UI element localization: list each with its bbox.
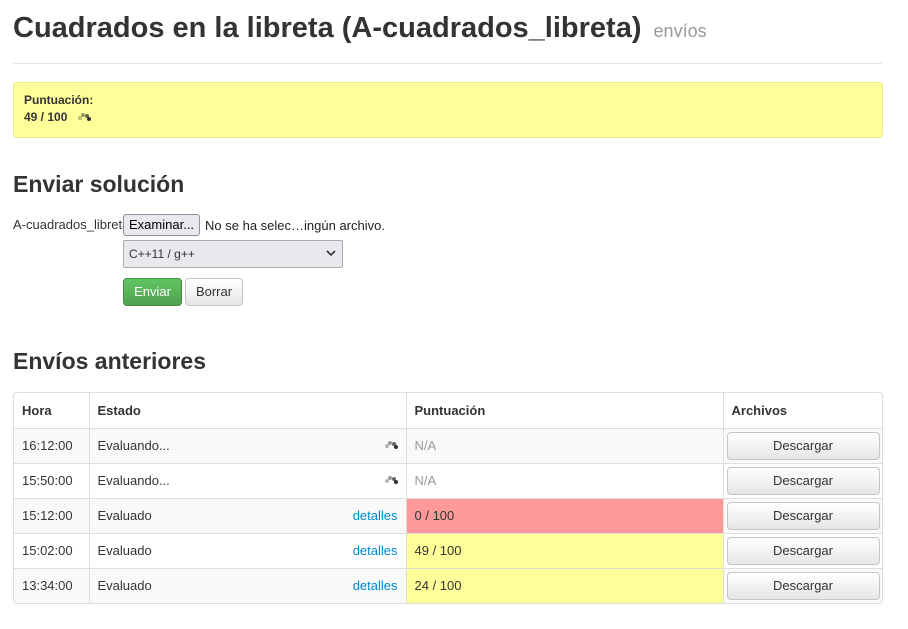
score-cell: 0 / 100 bbox=[405, 497, 724, 534]
chevron-down-icon bbox=[326, 250, 336, 257]
table-row: 15:12:00 Evaluado detalles 0 / 100 Desca… bbox=[14, 497, 882, 534]
browse-button[interactable]: Examinar... bbox=[123, 214, 201, 236]
submissions-table: Hora Estado Puntuación Archivos 16:12:00… bbox=[13, 392, 883, 604]
file-label: A-cuadrados_libreta bbox=[13, 217, 123, 232]
time-cell: 15:12:00 bbox=[14, 497, 90, 534]
loading-spinner-icon bbox=[384, 439, 398, 453]
details-link[interactable]: detalles bbox=[353, 543, 398, 558]
column-header-files: Archivos bbox=[722, 393, 882, 429]
table-row: 16:12:00 Evaluando... N/A Descargar bbox=[14, 427, 882, 464]
previous-submissions-heading: Envíos anteriores bbox=[13, 348, 207, 374]
score-cell: 24 / 100 bbox=[405, 567, 724, 603]
send-button[interactable]: Enviar bbox=[123, 278, 182, 306]
download-button[interactable]: Descargar bbox=[726, 501, 880, 530]
download-button[interactable]: Descargar bbox=[726, 466, 880, 495]
download-button[interactable]: Descargar bbox=[726, 571, 880, 600]
column-header-time: Hora bbox=[14, 393, 90, 429]
score-value: 49 / 100 bbox=[24, 110, 68, 124]
table-row: 15:50:00 Evaluando... N/A Descargar bbox=[14, 462, 882, 499]
loading-spinner-icon bbox=[77, 111, 92, 125]
download-button[interactable]: Descargar bbox=[726, 536, 880, 565]
time-cell: 13:34:00 bbox=[14, 567, 90, 603]
time-cell: 16:12:00 bbox=[14, 427, 90, 464]
files-cell: Descargar bbox=[722, 497, 882, 534]
file-status: No se ha selec…ingún archivo. bbox=[205, 217, 385, 233]
files-cell: Descargar bbox=[722, 532, 882, 569]
page: Cuadrados en la libreta (A-cuadrados_lib… bbox=[0, 0, 908, 629]
page-subtitle: envíos bbox=[653, 21, 707, 41]
download-button[interactable]: Descargar bbox=[726, 431, 880, 460]
language-select[interactable]: C++11 / g++ bbox=[123, 240, 343, 268]
status-text: Evaluado bbox=[97, 578, 152, 594]
status-cell: Evaluado detalles bbox=[88, 532, 407, 569]
status-text: Evaluado bbox=[97, 508, 152, 523]
details-link[interactable]: detalles bbox=[353, 508, 398, 523]
files-cell: Descargar bbox=[722, 462, 882, 499]
table-row: 15:02:00 Evaluado detalles 49 / 100 Desc… bbox=[14, 532, 882, 569]
table-header-row: Hora Estado Puntuación Archivos bbox=[14, 393, 882, 429]
status-cell: Evaluado detalles bbox=[88, 567, 407, 603]
status-text: Evaluado bbox=[97, 543, 152, 558]
details-link[interactable]: detalles bbox=[353, 578, 398, 593]
page-header: Cuadrados en la libreta (A-cuadrados_lib… bbox=[13, 8, 882, 64]
time-cell: 15:02:00 bbox=[14, 532, 90, 569]
score-cell: 49 / 100 bbox=[405, 532, 724, 569]
column-header-score: Puntuación bbox=[405, 393, 724, 429]
status-cell: Evaluado detalles bbox=[88, 497, 407, 534]
status-cell: Evaluando... bbox=[88, 427, 407, 464]
column-header-status: Estado bbox=[88, 393, 407, 429]
file-input[interactable]: Examinar... No se ha selec…ingún archivo… bbox=[123, 214, 385, 236]
score-cell: N/A bbox=[405, 427, 724, 464]
language-value: C++11 / g++ bbox=[129, 247, 195, 261]
score-box: Puntuación: 49 / 100 bbox=[13, 82, 883, 138]
submit-heading: Enviar solución bbox=[13, 171, 185, 197]
score-label: Puntuación: bbox=[24, 93, 94, 107]
files-cell: Descargar bbox=[722, 427, 882, 464]
score-cell: N/A bbox=[405, 462, 724, 499]
status-cell: Evaluando... bbox=[88, 462, 407, 499]
task-title: Cuadrados en la libreta (A-cuadrados_lib… bbox=[13, 12, 642, 44]
page-title: Cuadrados en la libreta (A-cuadrados_lib… bbox=[13, 8, 882, 51]
status-text: Evaluando... bbox=[97, 473, 170, 488]
time-cell: 15:50:00 bbox=[14, 462, 90, 499]
files-cell: Descargar bbox=[722, 567, 882, 603]
loading-spinner-icon bbox=[384, 474, 398, 488]
table-row: 13:34:00 Evaluado detalles 24 / 100 Desc… bbox=[14, 567, 882, 603]
status-text: Evaluando... bbox=[97, 438, 170, 453]
clear-button[interactable]: Borrar bbox=[185, 278, 243, 306]
